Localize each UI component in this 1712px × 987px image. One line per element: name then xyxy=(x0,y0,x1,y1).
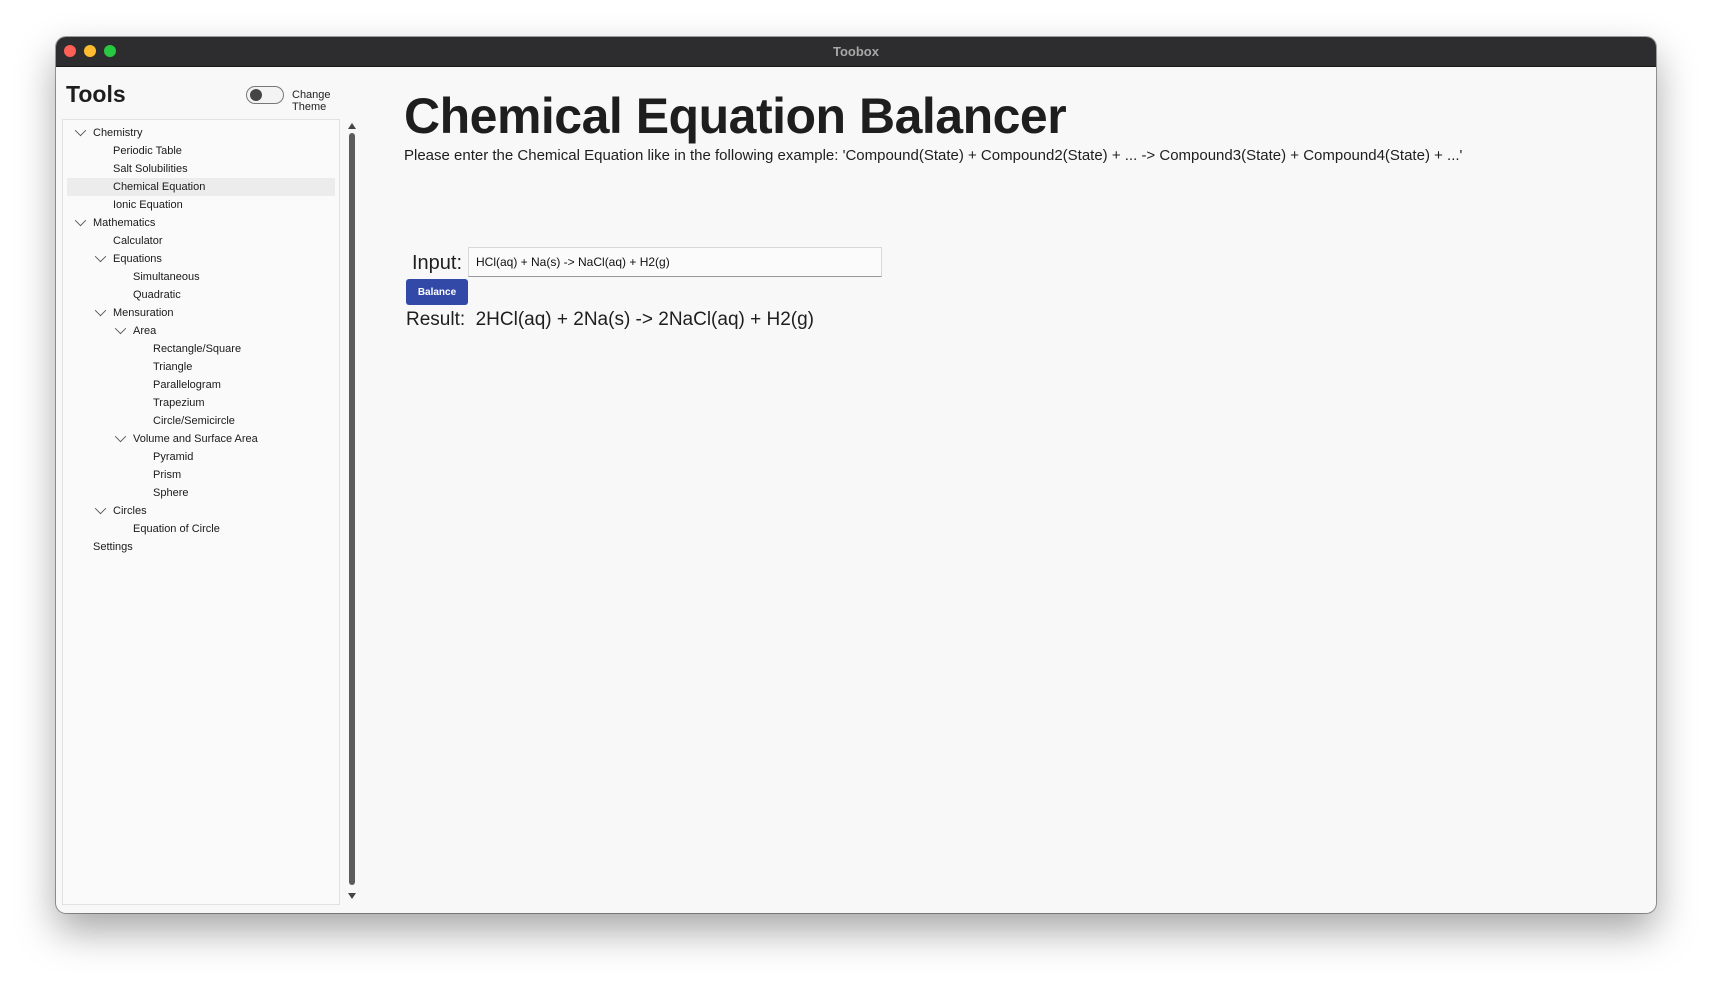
sidebar-item-prism[interactable]: Prism xyxy=(67,466,335,484)
sidebar-item-label: Triangle xyxy=(153,361,193,373)
sidebar-item-salt-solubilities[interactable]: Salt Solubilities xyxy=(67,160,335,178)
sidebar-item-label: Equations xyxy=(113,253,162,265)
chevron-down-icon[interactable] xyxy=(74,124,87,137)
instructions-text: Please enter the Chemical Equation like … xyxy=(404,147,1463,164)
page-title: Chemical Equation Balancer xyxy=(404,88,1067,144)
chevron-down-icon[interactable] xyxy=(94,502,107,515)
sidebar-item-mensuration[interactable]: Mensuration xyxy=(67,304,335,322)
sidebar-item-circle-semicircle[interactable]: Circle/Semicircle xyxy=(67,412,335,430)
sidebar-item-label: Equation of Circle xyxy=(133,523,220,535)
sidebar-item-label: Settings xyxy=(93,541,133,553)
sidebar-item-label: Simultaneous xyxy=(133,271,200,283)
sidebar-item-mathematics[interactable]: Mathematics xyxy=(67,214,335,232)
sidebar-item-label: Calculator xyxy=(113,235,163,247)
tree-scrollbar[interactable] xyxy=(346,119,358,905)
result-label: Result: xyxy=(406,309,466,330)
sidebar-item-label: Ionic Equation xyxy=(113,199,183,211)
sidebar-item-label: Chemistry xyxy=(93,127,143,139)
sidebar-item-label: Salt Solubilities xyxy=(113,163,188,175)
sidebar-item-sphere[interactable]: Sphere xyxy=(67,484,335,502)
window-title: Toobox xyxy=(833,44,879,59)
sidebar-item-trapezium[interactable]: Trapezium xyxy=(67,394,335,412)
sidebar-item-parallelogram[interactable]: Parallelogram xyxy=(67,376,335,394)
app-window: Toobox Tools Change Theme Chemistry Perio… xyxy=(56,37,1656,913)
sidebar-item-equation-of-circle[interactable]: Equation of Circle xyxy=(67,520,335,538)
sidebar-item-label: Circle/Semicircle xyxy=(153,415,235,427)
sidebar-item-area[interactable]: Area xyxy=(67,322,335,340)
theme-toggle[interactable] xyxy=(246,86,284,104)
main-panel: Chemical Equation Balancer Please enter … xyxy=(404,87,1636,330)
sidebar-item-label: Periodic Table xyxy=(113,145,182,157)
chevron-down-icon[interactable] xyxy=(94,304,107,317)
sidebar-item-circles[interactable]: Circles xyxy=(67,502,335,520)
sidebar-item-equations[interactable]: Equations xyxy=(67,250,335,268)
sidebar-header: Tools Change Theme xyxy=(66,81,366,113)
sidebar-item-chemical-equation[interactable]: Chemical Equation xyxy=(67,178,335,196)
sidebar-item-label: Chemical Equation xyxy=(113,181,206,193)
sidebar-item-volume-and-surface-area[interactable]: Volume and Surface Area xyxy=(67,430,335,448)
sidebar-item-label: Volume and Surface Area xyxy=(133,433,258,445)
sidebar-item-label: Mensuration xyxy=(113,307,174,319)
sidebar-item-settings[interactable]: Settings xyxy=(67,538,335,556)
chevron-down-icon[interactable] xyxy=(114,322,127,335)
sidebar-item-rectangle-square[interactable]: Rectangle/Square xyxy=(67,340,335,358)
chevron-down-icon[interactable] xyxy=(94,250,107,263)
input-label: Input: xyxy=(412,252,463,274)
scroll-up-arrow-icon[interactable] xyxy=(348,123,356,129)
scroll-down-arrow-icon[interactable] xyxy=(348,893,356,899)
result-row: Result: 2HCl(aq) + 2Na(s) -> 2NaCl(aq) +… xyxy=(406,309,814,331)
sidebar-item-pyramid[interactable]: Pyramid xyxy=(67,448,335,466)
sidebar-item-label: Parallelogram xyxy=(153,379,221,391)
sidebar-item-label: Pyramid xyxy=(153,451,194,463)
sidebar-item-quadratic[interactable]: Quadratic xyxy=(67,286,335,304)
sidebar-item-label: Rectangle/Square xyxy=(153,343,242,355)
sidebar-item-calculator[interactable]: Calculator xyxy=(67,232,335,250)
sidebar-item-label: Trapezium xyxy=(153,397,205,409)
sidebar-item-label: Sphere xyxy=(153,487,189,499)
sidebar-title: Tools xyxy=(66,81,126,107)
balance-button[interactable]: Balance xyxy=(406,279,468,305)
chevron-down-icon[interactable] xyxy=(74,214,87,227)
sidebar-item-simultaneous[interactable]: Simultaneous xyxy=(67,268,335,286)
sidebar-item-label: Circles xyxy=(113,505,147,517)
sidebar-item-chemistry[interactable]: Chemistry xyxy=(67,124,335,142)
sidebar-item-label: Area xyxy=(133,325,157,337)
chevron-down-icon[interactable] xyxy=(114,430,127,443)
sidebar-item-ionic-equation[interactable]: Ionic Equation xyxy=(67,196,335,214)
equation-input[interactable] xyxy=(468,247,882,277)
tools-tree: Chemistry Periodic Table Salt Solubilities… xyxy=(62,119,340,905)
sidebar-item-label: Prism xyxy=(153,469,182,481)
scroll-thumb[interactable] xyxy=(349,133,355,885)
sidebar-item-triangle[interactable]: Triangle xyxy=(67,358,335,376)
sidebar-item-label: Mathematics xyxy=(93,217,156,229)
toggle-knob xyxy=(250,89,262,101)
sidebar-item-label: Quadratic xyxy=(133,289,181,301)
result-value: 2HCl(aq) + 2Na(s) -> 2NaCl(aq) + H2(g) xyxy=(475,309,815,330)
title-bar: Toobox xyxy=(56,37,1656,67)
theme-toggle-label: Change Theme xyxy=(292,89,331,113)
sidebar-item-periodic-table[interactable]: Periodic Table xyxy=(67,142,335,160)
